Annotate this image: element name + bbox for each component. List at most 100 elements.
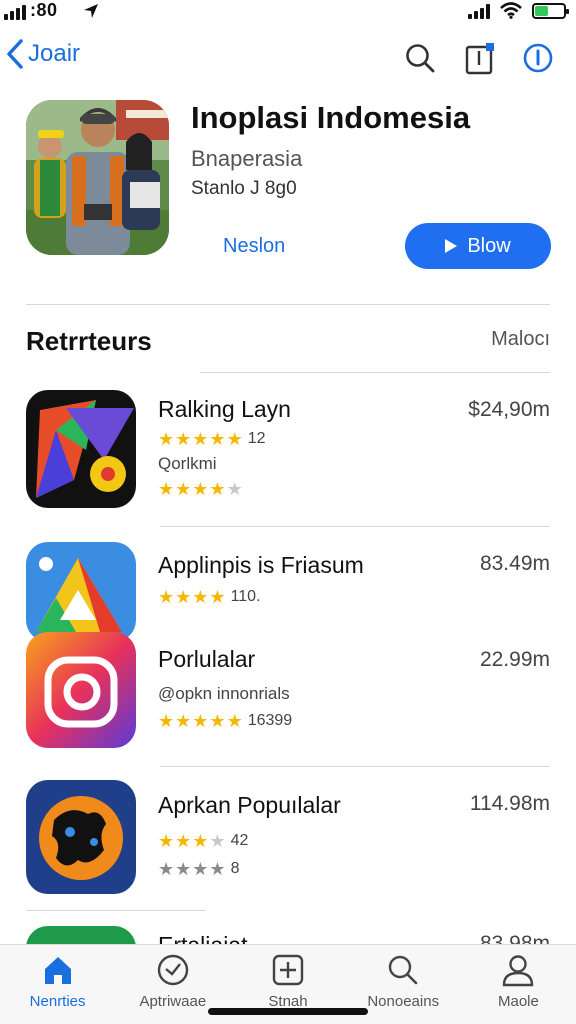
search-icon — [406, 44, 435, 73]
back-button[interactable]: Joair — [6, 38, 80, 70]
star-icon: ★ — [175, 479, 192, 499]
star-icon: ★ — [209, 429, 226, 449]
star-icon: ★ — [175, 587, 192, 607]
share-button[interactable] — [460, 38, 500, 78]
tab-label: Maole — [497, 993, 539, 1010]
star-rating: ★ ★ ★ ★ 8 — [158, 860, 239, 878]
app-subtitle: Bnaperasia — [191, 146, 303, 171]
star-icon: ★ — [158, 429, 175, 449]
rating-count: 8 — [230, 860, 240, 877]
star-rating: ★ ★ ★ ★ 42 — [158, 832, 248, 850]
star-empty-icon: ★ — [209, 831, 226, 851]
person-icon — [503, 955, 534, 987]
list-item[interactable]: Ertaliaiat 83.98m — [26, 926, 550, 944]
play-icon — [445, 239, 458, 253]
info-button[interactable] — [518, 38, 558, 78]
battery-icon — [532, 2, 569, 19]
app-icon — [26, 542, 136, 642]
star-rating: ★ ★ ★ ★ 110. — [158, 588, 261, 606]
search-button[interactable] — [400, 38, 440, 78]
star-icon: ★ — [175, 429, 192, 449]
star-icon: ★ — [158, 587, 175, 607]
star-icon: ★ — [209, 587, 226, 607]
signal-bars-icon — [468, 3, 490, 19]
clock-icon — [157, 954, 188, 986]
app-name: Ertaliaiat — [158, 932, 247, 944]
half-star-icon: ★ — [226, 429, 243, 449]
app-icon — [26, 926, 136, 944]
back-label: Joair — [28, 40, 81, 67]
see-all-link[interactable]: Malocı — [491, 328, 550, 351]
app-price: 83.98m — [479, 932, 550, 944]
app-link[interactable]: Neslon — [223, 235, 285, 258]
rating-count: 42 — [230, 832, 249, 849]
divider — [200, 372, 550, 373]
app-meta: Stanlo J 8g0 — [191, 178, 297, 199]
star-icon: ★ — [192, 587, 209, 607]
list-item[interactable]: Applinpis is Friasum 83.49m ★ ★ ★ ★ 110. — [26, 542, 550, 642]
app-name: Ralking Layn — [158, 396, 291, 422]
plus-square-icon — [272, 954, 304, 986]
star-icon: ★ — [209, 711, 226, 731]
tab-label: Nenrties — [29, 993, 86, 1010]
tab-profile[interactable]: Maole — [461, 945, 576, 1024]
app-name: Porlulalar — [158, 646, 256, 672]
star-icon: ★ — [192, 429, 209, 449]
star-icon: ★ — [158, 859, 175, 879]
navigation-bar: Joair — [0, 34, 576, 84]
list-item[interactable]: Ralking Layn $24,90m ★ ★ ★ ★ ★ 12 Qorlkmi ★ ★… — [26, 390, 550, 510]
star-rating: ★ ★ ★ ★ ★ 16399 — [158, 712, 292, 730]
star-icon: ★ — [192, 711, 209, 731]
list-item[interactable]: Aprkan Popuılalar 114.98m ★ ★ ★ ★ 42 ★ ★ ★ ★ 8 — [26, 780, 550, 896]
tab-home[interactable]: Nenrties — [0, 945, 115, 1024]
star-icon: ★ — [158, 711, 175, 731]
cellular-signal-icon — [4, 4, 26, 20]
app-developer: Qorlkmi — [158, 454, 217, 473]
app-icon — [26, 390, 136, 508]
star-rating: ★ ★ ★ ★ ★ — [158, 480, 243, 498]
star-icon: ★ — [192, 831, 209, 851]
star-icon: ★ — [192, 859, 209, 879]
app-hero-image — [26, 100, 169, 255]
app-price: $24,90m — [468, 398, 550, 421]
divider — [160, 526, 550, 527]
list-item[interactable]: Porlulalar 22.99m @opkn innonrials ★ ★ ★ ★ ★… — [26, 632, 550, 750]
wifi-icon — [500, 2, 522, 19]
app-price: 22.99m — [479, 648, 550, 671]
app-price: 114.98m — [469, 792, 550, 815]
get-button-label: Blow — [467, 234, 511, 257]
app-icon — [26, 780, 136, 894]
star-empty-icon: ★ — [226, 479, 243, 499]
star-icon: ★ — [209, 859, 226, 879]
star-icon: ★ — [192, 479, 209, 499]
star-icon: ★ — [158, 831, 175, 851]
star-icon: ★ — [175, 711, 192, 731]
tab-label: Nonoeains — [367, 993, 440, 1010]
share-icon — [465, 43, 494, 75]
star-icon: ★ — [175, 831, 192, 851]
rating-count: 110. — [230, 588, 261, 605]
app-icon — [26, 632, 136, 748]
section-title: Retrrteurs — [26, 326, 152, 356]
status-time: :80 — [30, 0, 58, 20]
search-icon — [389, 955, 418, 985]
star-rating: ★ ★ ★ ★ ★ 12 — [158, 430, 266, 448]
home-indicator[interactable] — [208, 1008, 368, 1015]
app-header: Inoplasi Indomesia Bnaperasia Stanlo J 8… — [26, 100, 551, 269]
star-icon: ★ — [175, 859, 192, 879]
app-developer: @opkn innonrials — [158, 684, 290, 703]
app-name: Applinpis is Friasum — [158, 552, 364, 578]
home-icon — [44, 957, 71, 984]
divider — [160, 766, 550, 767]
half-star-icon: ★ — [209, 479, 226, 499]
rating-count: 12 — [247, 430, 266, 447]
app-price: 83.49m — [479, 552, 550, 575]
info-icon — [523, 43, 553, 73]
rating-count: 16399 — [247, 712, 293, 729]
divider — [26, 910, 206, 911]
divider — [26, 304, 550, 305]
star-icon: ★ — [226, 711, 243, 731]
star-icon: ★ — [158, 479, 175, 499]
get-button[interactable]: Blow — [405, 223, 551, 269]
chevron-left-icon — [7, 39, 23, 69]
